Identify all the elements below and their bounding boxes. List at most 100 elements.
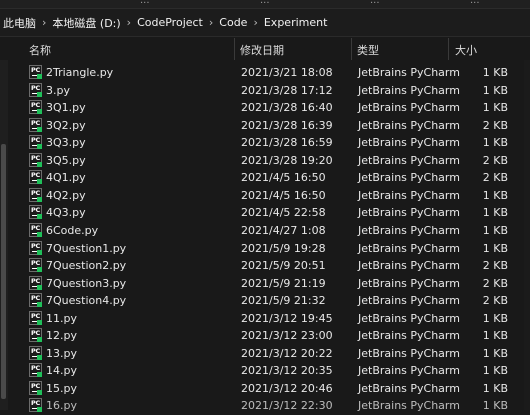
file-name: 4Q1.py bbox=[46, 171, 86, 185]
file-row[interactable]: PC 7Question3.py 2021/5/9 21:19 JetBrains P… bbox=[0, 275, 530, 293]
file-modified-date: 2021/4/5 16:50 bbox=[241, 171, 326, 185]
column-divider[interactable] bbox=[351, 38, 352, 60]
file-row[interactable]: PC 6Code.py 2021/4/27 1:08 JetBrains PyChar… bbox=[0, 222, 530, 240]
pycharm-icon-label: PC bbox=[31, 188, 40, 197]
column-header-name[interactable]: 名称 bbox=[29, 42, 51, 58]
pycharm-icon-accent bbox=[37, 337, 42, 343]
pycharm-file-icon: PC bbox=[29, 152, 42, 167]
file-type: JetBrains PyCharm bbox=[358, 346, 460, 360]
file-size: 2 KB bbox=[482, 259, 508, 273]
file-row[interactable]: PC 7Question1.py 2021/5/9 19:28 JetBrains P… bbox=[0, 240, 530, 258]
ribbon-strip: ... ... ... ... bbox=[0, 0, 530, 9]
pycharm-icon-label: PC bbox=[31, 399, 40, 408]
file-modified-date: 2021/5/9 20:51 bbox=[241, 259, 326, 273]
file-modified-date: 2021/3/12 20:35 bbox=[241, 364, 333, 378]
pycharm-icon-label: PC bbox=[31, 241, 40, 250]
file-row[interactable]: PC 4Q2.py 2021/4/5 16:50 JetBrains PyCharm 1… bbox=[0, 187, 530, 205]
file-row[interactable]: PC 7Question2.py 2021/5/9 20:51 JetBrains P… bbox=[0, 257, 530, 275]
pycharm-icon-label: PC bbox=[31, 259, 40, 268]
file-row[interactable]: PC 3Q3.py 2021/3/28 16:59 JetBrains PyCharm… bbox=[0, 134, 530, 152]
file-row[interactable]: PC 3Q5.py 2021/3/28 19:20 JetBrains PyCharm… bbox=[0, 152, 530, 170]
breadcrumb-codeproject[interactable]: CodeProject bbox=[134, 16, 206, 29]
file-name: 14.py bbox=[46, 364, 77, 378]
file-type: JetBrains PyCharm bbox=[358, 276, 460, 290]
file-type: JetBrains PyCharm bbox=[358, 259, 460, 273]
pycharm-icon-label: PC bbox=[31, 364, 40, 373]
file-row[interactable]: PC 13.py 2021/3/12 20:22 JetBrains PyCharm 1… bbox=[0, 345, 530, 363]
file-type: JetBrains PyCharm bbox=[358, 118, 460, 132]
file-type: JetBrains PyCharm bbox=[358, 399, 460, 413]
pycharm-file-icon: PC bbox=[29, 240, 42, 255]
file-row[interactable]: PC 3Q1.py 2021/3/28 16:40 JetBrains PyCharm… bbox=[0, 99, 530, 117]
file-type: JetBrains PyCharm bbox=[358, 136, 460, 150]
ribbon-label[interactable]: ... bbox=[370, 0, 380, 6]
pycharm-file-icon: PC bbox=[29, 65, 42, 79]
pycharm-file-icon: PC bbox=[29, 170, 42, 185]
pycharm-icon-accent bbox=[37, 179, 42, 185]
column-divider[interactable] bbox=[234, 38, 235, 60]
file-modified-date: 2021/3/12 20:46 bbox=[241, 381, 333, 395]
file-row[interactable]: PC 14.py 2021/3/12 20:35 JetBrains PyCharm 1… bbox=[0, 362, 530, 380]
pycharm-icon-accent bbox=[37, 74, 42, 79]
breadcrumb-drive-d[interactable]: 本地磁盘 (D:) bbox=[49, 15, 123, 31]
file-modified-date: 2021/3/28 19:20 bbox=[241, 153, 333, 167]
file-row[interactable]: PC 16.py 2021/3/12 22:30 JetBrains PyCharm 1… bbox=[0, 397, 530, 415]
breadcrumb-experiment[interactable]: Experiment bbox=[261, 16, 331, 29]
file-size: 2 KB bbox=[482, 294, 508, 308]
file-type: JetBrains PyCharm bbox=[358, 294, 460, 308]
ribbon-label[interactable]: ... bbox=[470, 0, 480, 6]
file-name: 11.py bbox=[46, 311, 77, 325]
chevron-right-icon[interactable]: › bbox=[250, 16, 260, 29]
file-type: JetBrains PyCharm bbox=[358, 101, 460, 115]
pycharm-icon-label: PC bbox=[31, 83, 40, 92]
breadcrumb-this-pc[interactable]: 此电脑 bbox=[0, 15, 39, 31]
pycharm-file-icon: PC bbox=[29, 82, 42, 97]
pycharm-icon-accent bbox=[37, 354, 42, 360]
file-name: 7Question1.py bbox=[46, 241, 127, 255]
file-name: 3Q3.py bbox=[46, 136, 86, 150]
file-modified-date: 2021/4/27 1:08 bbox=[241, 223, 326, 237]
chevron-right-icon[interactable]: › bbox=[206, 16, 216, 29]
ribbon-label[interactable]: ... bbox=[260, 0, 270, 6]
column-header-date[interactable]: 修改日期 bbox=[240, 42, 284, 58]
pycharm-icon-label: PC bbox=[31, 311, 40, 320]
file-type: JetBrains PyCharm bbox=[358, 223, 460, 237]
pycharm-icon-label: PC bbox=[31, 294, 40, 303]
pycharm-icon-label: PC bbox=[31, 276, 40, 285]
file-type: JetBrains PyCharm bbox=[358, 66, 460, 79]
pycharm-icon-label: PC bbox=[31, 101, 40, 110]
pycharm-icon-label: PC bbox=[31, 223, 40, 232]
file-modified-date: 2021/5/9 21:19 bbox=[241, 276, 326, 290]
pycharm-file-icon: PC bbox=[29, 205, 42, 220]
file-row[interactable]: PC 3Q2.py 2021/3/28 16:39 JetBrains PyCharm… bbox=[0, 117, 530, 135]
column-divider[interactable] bbox=[448, 38, 449, 60]
chevron-right-icon[interactable]: › bbox=[124, 16, 134, 29]
file-row[interactable]: PC 4Q3.py 2021/4/5 22:58 JetBrains PyCharm 1… bbox=[0, 204, 530, 222]
file-row[interactable]: PC 11.py 2021/3/12 19:45 JetBrains PyCharm 1… bbox=[0, 310, 530, 328]
address-bar[interactable]: 此电脑 › 本地磁盘 (D:) › CodeProject › Code › E… bbox=[0, 9, 530, 37]
file-size: 1 KB bbox=[482, 206, 508, 220]
ribbon-label[interactable]: ... bbox=[140, 0, 150, 6]
file-name: 2Triangle.py bbox=[46, 66, 114, 79]
file-modified-date: 2021/3/12 19:45 bbox=[241, 311, 333, 325]
file-type: JetBrains PyCharm bbox=[358, 364, 460, 378]
file-row[interactable]: PC 2Triangle.py 2021/3/21 18:08 JetBrains P… bbox=[0, 64, 530, 82]
pycharm-file-icon: PC bbox=[29, 117, 42, 132]
pycharm-file-icon: PC bbox=[29, 310, 42, 325]
file-size: 1 KB bbox=[482, 101, 508, 115]
file-modified-date: 2021/3/12 22:30 bbox=[241, 399, 333, 413]
file-modified-date: 2021/3/12 23:00 bbox=[241, 329, 333, 343]
file-row[interactable]: PC 4Q1.py 2021/4/5 16:50 JetBrains PyCharm 2… bbox=[0, 169, 530, 187]
breadcrumb-code[interactable]: Code bbox=[216, 16, 250, 29]
file-row[interactable]: PC 3.py 2021/3/28 17:12 JetBrains PyCharm 1 … bbox=[0, 82, 530, 100]
column-header-type[interactable]: 类型 bbox=[357, 42, 379, 58]
column-header-size[interactable]: 大小 bbox=[455, 42, 477, 58]
chevron-right-icon[interactable]: › bbox=[39, 16, 49, 29]
pycharm-file-icon: PC bbox=[29, 328, 42, 343]
file-row[interactable]: PC 7Question4.py 2021/5/9 21:32 JetBrains P… bbox=[0, 292, 530, 310]
file-name: 6Code.py bbox=[46, 223, 99, 237]
file-row[interactable]: PC 15.py 2021/3/12 20:46 JetBrains PyCharm 1… bbox=[0, 380, 530, 398]
file-row[interactable]: PC 12.py 2021/3/12 23:00 JetBrains PyCharm 1… bbox=[0, 327, 530, 345]
file-modified-date: 2021/3/21 18:08 bbox=[241, 66, 333, 79]
pycharm-file-icon: PC bbox=[29, 398, 42, 413]
